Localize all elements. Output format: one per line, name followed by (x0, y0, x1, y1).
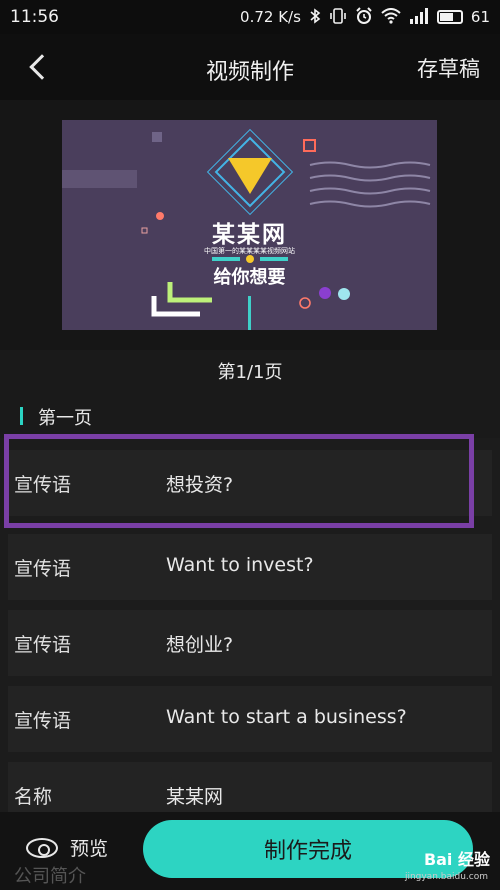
preview-label: 预览 (70, 838, 109, 860)
field-label: 宣传语 (14, 474, 72, 496)
battery-level: 61 (470, 8, 490, 26)
field-value[interactable]: 想投资? (166, 470, 233, 497)
preview-button[interactable]: 预览 (26, 834, 108, 861)
battery-icon (436, 10, 463, 24)
field-value[interactable]: 某某网 (166, 782, 223, 809)
bluetooth-icon (309, 7, 321, 27)
field-label: 名称 (14, 786, 53, 808)
status-time: 11:56 (10, 7, 59, 27)
preview-area: 某某网 中国第一的某某某某视频网站 给你想要 (0, 100, 500, 350)
field-value[interactable]: Want to invest? (166, 554, 314, 576)
field-label: 宣传语 (14, 710, 72, 732)
preview-subtitle-text: 中国第一的某某某某视频网站 (204, 247, 295, 255)
baidu-watermark-url: jingyan.baidu.com (404, 872, 488, 882)
bottom-bar: 公司简介 预览 制作完成 Bai 经验 jingyan.baidu.com (0, 812, 500, 890)
field-row[interactable]: 宣传语 Want to start a business? (8, 686, 492, 752)
wifi-icon (381, 7, 401, 27)
page-indicator: 第1/1页 (0, 350, 500, 398)
company-intro-label: 公司简介 (14, 866, 86, 887)
field-row[interactable]: 宣传语 想投资? (8, 450, 492, 516)
network-speed: 0.72 K/s (240, 8, 301, 26)
video-preview-card[interactable]: 某某网 中国第一的某某某某视频网站 给你想要 (62, 120, 437, 330)
status-icons: 0.72 K/s 61 (240, 6, 490, 28)
vibrate-icon (329, 7, 347, 27)
signal-icon (409, 7, 429, 27)
section-accent-bar (20, 407, 23, 425)
app-header: 视频制作 存草稿 (0, 34, 500, 100)
field-value[interactable]: 想创业? (166, 630, 233, 657)
status-bar: 11:56 0.72 K/s 61 (0, 0, 500, 34)
section-title: 第一页 (38, 408, 92, 429)
section-header: 第一页 (0, 398, 500, 438)
field-label: 宣传语 (14, 634, 72, 656)
save-draft-button[interactable]: 存草稿 (417, 53, 480, 83)
field-value[interactable]: Want to start a business? (166, 706, 407, 728)
preview-brand-text: 某某网 (212, 222, 287, 248)
field-row[interactable]: 宣传语 Want to invest? (8, 534, 492, 600)
field-label: 宣传语 (14, 558, 72, 580)
field-row[interactable]: 宣传语 想创业? (8, 610, 492, 676)
alarm-icon (355, 6, 373, 28)
baidu-watermark: Bai 经验 (423, 850, 490, 869)
preview-slogan-text: 给你想要 (213, 267, 286, 288)
eye-icon (26, 837, 58, 858)
